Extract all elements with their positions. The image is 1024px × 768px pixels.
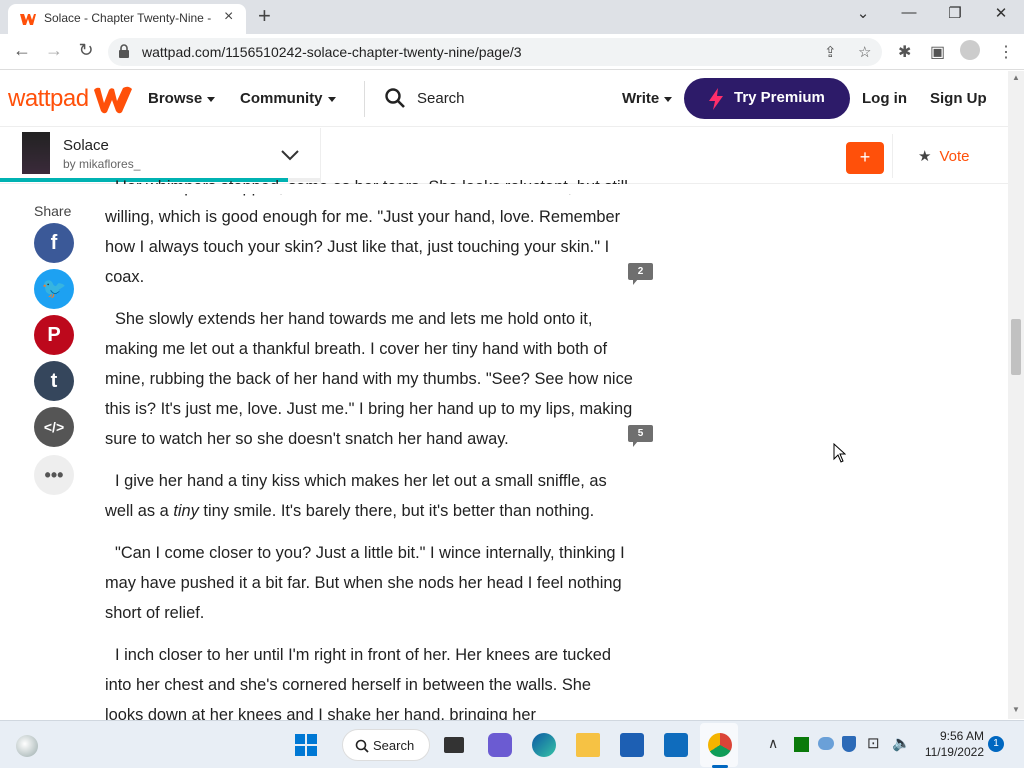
more-share-button[interactable]: ••• [34,455,74,495]
scrollbar-thumb[interactable] [1011,319,1021,375]
pinterest-icon: P [47,324,61,346]
address-bar[interactable]: wattpad.com/1156510242-solace-chapter-tw… [108,38,882,66]
url-text: wattpad.com/1156510242-solace-chapter-tw… [142,44,522,60]
chrome-icon[interactable] [708,733,732,757]
story-author[interactable]: by mikaflores_ [63,157,140,171]
search-icon [355,739,369,753]
taskbar-search[interactable]: Search [342,729,430,761]
back-icon[interactable]: ← [10,40,34,61]
extensions-icon[interactable]: ✱ [898,42,911,62]
twitter-share-button[interactable]: 🐦 [34,269,74,309]
comment-count-bubble[interactable]: 2 [628,263,653,285]
browser-tabstrip: Solace - Chapter Twenty-Nine - Wattpad ×… [0,0,1024,34]
browse-menu[interactable]: Browse [148,90,216,107]
more-icon: ••• [44,465,64,485]
network-icon[interactable]: ⊡ [867,734,880,752]
lightning-bolt-icon [709,88,723,110]
window-close-icon[interactable]: ✕ [978,4,1024,22]
vote-button[interactable]: ★ Vote [918,147,969,165]
share-page-icon[interactable]: ⇪ [824,43,837,61]
twitter-icon: 🐦 [41,278,67,300]
show-hidden-icons-icon[interactable]: ∧ [768,735,778,752]
teams-chat-icon[interactable] [488,733,512,757]
wattpad-logo[interactable]: wattpad [8,85,89,113]
add-to-library-button[interactable]: + [846,142,884,174]
browser-toolbar: ← → ↻ wattpad.com/1156510242-solace-chap… [0,34,1024,70]
signup-link[interactable]: Sign Up [930,90,987,107]
minimize-icon[interactable]: — [886,4,932,21]
tab-close-icon[interactable]: × [224,8,233,26]
text-clip-mask [0,184,1008,194]
tab-title: Solace - Chapter Twenty-Nine - Wattpad [44,11,214,25]
security-shield-icon[interactable] [842,736,856,752]
paragraph: I give her hand a tiny kiss which makes … [105,472,607,520]
share-label: Share [34,203,72,219]
lock-icon [119,44,129,58]
divider [364,81,365,117]
task-view-icon[interactable] [444,737,464,753]
tumblr-icon: t [50,370,58,392]
mail-icon[interactable] [664,733,688,757]
wattpad-header: wattpad Browse Community Search Write Tr… [0,71,1008,127]
restore-icon[interactable]: ❐ [932,4,978,22]
taskbar-clock[interactable]: 9:56 AM 11/19/2022 [920,728,984,760]
tray-app-icon[interactable] [794,737,809,752]
forward-icon[interactable]: → [42,40,66,61]
bookmark-star-icon[interactable]: ☆ [858,43,871,61]
store-icon[interactable] [620,733,644,757]
embed-share-button[interactable]: </> [34,407,74,447]
community-menu[interactable]: Community [240,90,336,107]
paragraph: "Can I come closer to you? Just a little… [105,544,625,622]
story-title[interactable]: Solace [63,137,109,154]
profile-avatar-icon[interactable] [960,40,980,60]
edge-icon[interactable] [532,733,556,757]
browser-tab[interactable]: Solace - Chapter Twenty-Nine - Wattpad × [8,4,246,34]
weather-widget-icon[interactable] [16,735,38,757]
story-text: Her whimpers stopped, same as her tears.… [105,172,633,742]
paragraph: I inch closer to her until I'm right in … [105,646,611,724]
menu-kebab-icon[interactable]: ⋮ [998,42,1014,62]
file-explorer-icon[interactable] [576,733,600,757]
star-icon: ★ [918,148,932,165]
story-cover-image[interactable] [22,132,50,174]
write-menu[interactable]: Write [622,90,673,107]
notification-badge[interactable]: 1 [988,736,1004,752]
facebook-share-button[interactable]: f [34,223,74,263]
reload-icon[interactable]: ↻ [74,40,98,61]
clock-date: 11/19/2022 [924,745,984,759]
login-link[interactable]: Log in [862,90,907,107]
wattpad-favicon-icon [20,14,36,25]
pinterest-share-button[interactable]: P [34,315,74,355]
try-premium-button[interactable]: Try Premium [684,78,850,119]
scroll-down-icon[interactable]: ▼ [1012,705,1020,714]
facebook-icon: f [50,232,58,254]
search-link[interactable]: Search [417,90,465,107]
tab-search-chevron-icon[interactable]: ⌄ [840,4,886,22]
embed-icon: </> [43,419,65,435]
windows-taskbar: Search ∧ ⊡ 🔈 9:56 AM 11/19/2022 1 [0,720,1024,768]
start-icon[interactable] [294,733,318,757]
chevron-down-icon[interactable] [280,148,300,162]
comment-count-bubble[interactable]: 5 [628,425,653,447]
onedrive-icon[interactable] [818,737,834,750]
sidebar-icon[interactable]: ▣ [930,42,945,62]
wattpad-logo-w-icon [94,86,132,114]
scroll-up-icon[interactable]: ▲ [1012,73,1020,82]
new-tab-icon[interactable]: + [258,3,271,29]
volume-icon[interactable]: 🔈 [892,734,911,752]
search-icon[interactable] [385,88,405,108]
clock-time: 9:56 AM [939,729,984,743]
divider [892,134,893,178]
tumblr-share-button[interactable]: t [34,361,74,401]
paragraph: She slowly extends her hand towards me a… [105,310,633,448]
page-scrollbar[interactable]: ▲ ▼ [1008,71,1024,719]
mouse-cursor-icon [833,443,846,463]
